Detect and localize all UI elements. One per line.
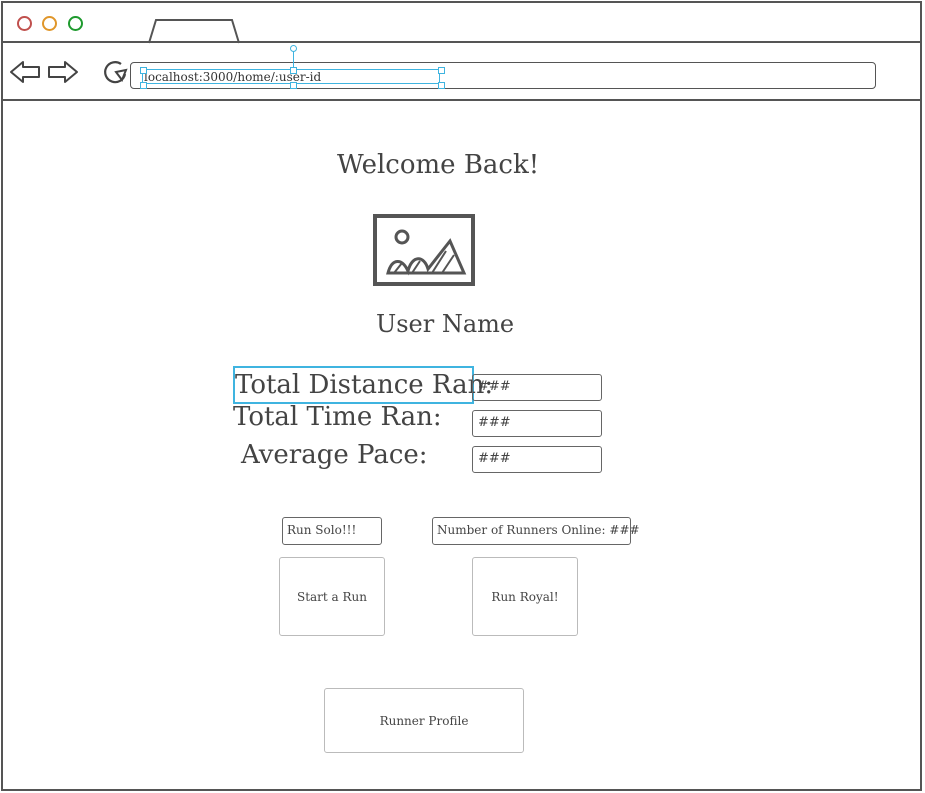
title-bar (3, 3, 922, 44)
forward-arrow-icon[interactable] (45, 59, 79, 85)
total-time-field[interactable]: ### (472, 410, 602, 437)
reload-icon[interactable] (99, 59, 133, 85)
user-name: User Name (376, 310, 515, 338)
start-run-button[interactable]: Start a Run (279, 557, 385, 636)
selection-handle (140, 67, 147, 74)
image-placeholder-icon (373, 214, 475, 286)
minimize-window-icon[interactable] (42, 16, 57, 31)
selection-handle (290, 82, 297, 89)
total-distance-field[interactable]: ### (472, 374, 602, 401)
runner-profile-button[interactable]: Runner Profile (324, 688, 524, 753)
selection-handle (140, 82, 147, 89)
selection-handle (438, 82, 445, 89)
runners-online-label: Number of Runners Online: ### (432, 517, 640, 545)
total-time-label: Total Time Ran: (233, 402, 442, 432)
page-title: Welcome Back! (337, 150, 540, 180)
rotate-handle-line (293, 51, 294, 67)
run-royal-button[interactable]: Run Royal! (472, 557, 578, 636)
close-window-icon[interactable] (17, 16, 32, 31)
selection-handle (290, 67, 297, 74)
average-pace-field[interactable]: ### (472, 446, 602, 473)
run-solo-label: Run Solo!!! (282, 517, 382, 545)
selection-handle (438, 67, 445, 74)
average-pace-label: Average Pace: (241, 440, 428, 470)
maximize-window-icon[interactable] (68, 16, 83, 31)
total-distance-label: Total Distance Ran: (233, 366, 493, 404)
browser-tab[interactable] (143, 18, 243, 44)
back-arrow-icon[interactable] (9, 59, 43, 85)
